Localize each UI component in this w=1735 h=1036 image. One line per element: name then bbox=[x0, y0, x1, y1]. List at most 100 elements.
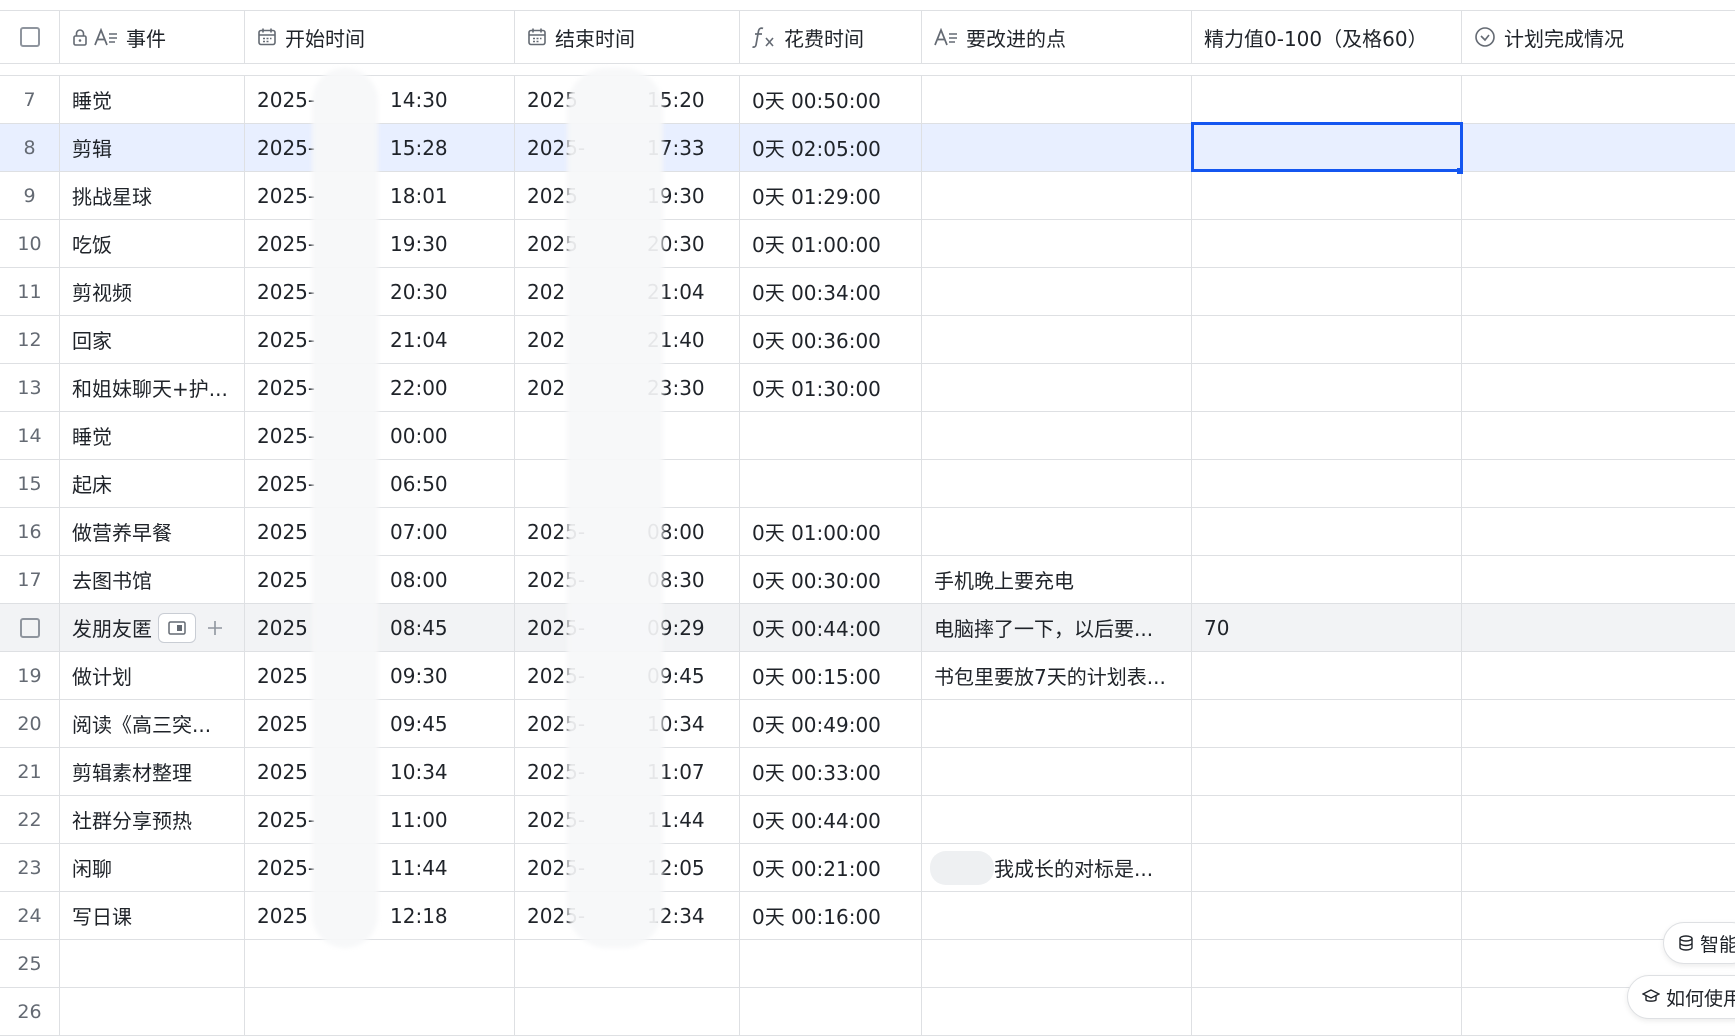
how-to-use-button[interactable]: 如何使用 bbox=[1627, 975, 1735, 1019]
table-row[interactable]: 8 剪辑 2025- 15:28 2025- 17:33 0天 02:05:00 bbox=[0, 124, 1735, 172]
energy-cell[interactable] bbox=[1192, 220, 1462, 267]
row-number-cell[interactable] bbox=[0, 604, 60, 651]
improve-cell[interactable] bbox=[922, 268, 1192, 315]
row-number-cell[interactable]: 11 bbox=[0, 268, 60, 315]
start-time-cell[interactable]: 2025- 00:00 bbox=[245, 412, 515, 459]
improve-cell[interactable] bbox=[922, 172, 1192, 219]
event-cell[interactable]: 去图书馆 bbox=[60, 556, 245, 603]
plan-status-cell[interactable] bbox=[1462, 844, 1735, 891]
improve-cell[interactable] bbox=[922, 316, 1192, 363]
plan-status-cell[interactable] bbox=[1462, 220, 1735, 267]
energy-cell[interactable] bbox=[1192, 412, 1462, 459]
smart-assistant-button[interactable]: 智能 bbox=[1663, 922, 1735, 964]
duration-cell[interactable]: 0天 00:16:00 bbox=[740, 892, 922, 939]
expand-record-button[interactable] bbox=[158, 612, 196, 643]
table-row[interactable]: 15 起床 2025- 06:50 bbox=[0, 460, 1735, 508]
duration-cell[interactable]: 0天 00:44:00 bbox=[740, 796, 922, 843]
active-cell-cursor[interactable] bbox=[1191, 122, 1463, 172]
energy-cell[interactable] bbox=[1192, 76, 1462, 123]
energy-cell[interactable] bbox=[1192, 172, 1462, 219]
energy-cell[interactable] bbox=[1192, 508, 1462, 555]
duration-cell[interactable]: 0天 00:49:00 bbox=[740, 700, 922, 747]
energy-cell[interactable] bbox=[1192, 316, 1462, 363]
row-number-cell[interactable]: 12 bbox=[0, 316, 60, 363]
duration-cell[interactable]: 0天 01:00:00 bbox=[740, 220, 922, 267]
event-cell[interactable]: 阅读《高三突... bbox=[60, 700, 245, 747]
energy-cell[interactable] bbox=[1192, 796, 1462, 843]
plan-status-cell[interactable] bbox=[1462, 508, 1735, 555]
improve-cell[interactable] bbox=[922, 76, 1192, 123]
table-row[interactable]: 26 bbox=[0, 988, 1735, 1036]
plan-status-cell[interactable] bbox=[1462, 652, 1735, 699]
improve-cell[interactable]: 书包里要放7天的计划表... bbox=[922, 652, 1192, 699]
table-row[interactable]: 7 睡觉 2025- 14:30 2025 15:20 0天 00:50:00 bbox=[0, 76, 1735, 124]
row-number-cell[interactable]: 10 bbox=[0, 220, 60, 267]
duration-cell[interactable]: 0天 00:50:00 bbox=[740, 76, 922, 123]
event-cell[interactable]: 和姐妹聊天+护... bbox=[60, 364, 245, 411]
improve-cell[interactable] bbox=[922, 460, 1192, 507]
row-checkbox[interactable] bbox=[19, 617, 40, 638]
table-row[interactable]: 25 bbox=[0, 940, 1735, 988]
start-time-cell[interactable] bbox=[245, 940, 515, 987]
start-time-cell[interactable]: 2025- 14:30 bbox=[245, 76, 515, 123]
start-time-cell[interactable]: 2025 10:34 bbox=[245, 748, 515, 795]
start-time-cell[interactable]: 2025 07:00 bbox=[245, 508, 515, 555]
column-header-event[interactable]: 事件 bbox=[60, 11, 245, 63]
improve-cell[interactable] bbox=[922, 412, 1192, 459]
improve-cell[interactable]: 我成长的对标是... bbox=[922, 844, 1192, 891]
plan-status-cell[interactable] bbox=[1462, 748, 1735, 795]
event-cell[interactable]: 睡觉 bbox=[60, 76, 245, 123]
improve-cell[interactable] bbox=[922, 220, 1192, 267]
event-cell[interactable]: 起床 bbox=[60, 460, 245, 507]
row-number-cell[interactable]: 9 bbox=[0, 172, 60, 219]
column-header-plan[interactable]: 计划完成情况 bbox=[1462, 11, 1735, 63]
column-header-energy[interactable]: 精力值0-100（及格60） bbox=[1192, 11, 1462, 63]
row-number-cell[interactable]: 16 bbox=[0, 508, 60, 555]
select-all-checkbox[interactable] bbox=[19, 27, 40, 47]
row-number-cell[interactable]: 21 bbox=[0, 748, 60, 795]
duration-cell[interactable]: 0天 01:30:00 bbox=[740, 364, 922, 411]
table-row[interactable]: 12 回家 2025- 21:04 202 21:40 0天 00:36:00 bbox=[0, 316, 1735, 364]
table-row[interactable]: 23 闲聊 2025- 11:44 2025- 12:05 0天 00:21:00 我成长的对… bbox=[0, 844, 1735, 892]
start-time-cell[interactable]: 2025- 21:04 bbox=[245, 316, 515, 363]
improve-cell[interactable] bbox=[922, 364, 1192, 411]
energy-cell[interactable] bbox=[1192, 364, 1462, 411]
energy-cell[interactable] bbox=[1192, 268, 1462, 315]
row-number-cell[interactable]: 25 bbox=[0, 940, 60, 987]
event-cell[interactable]: 做营养早餐 bbox=[60, 508, 245, 555]
event-cell[interactable]: 吃饭 bbox=[60, 220, 245, 267]
row-number-cell[interactable]: 15 bbox=[0, 460, 60, 507]
table-row[interactable]: 16 做营养早餐 2025 07:00 2025- 08:00 0天 01:00:00 bbox=[0, 508, 1735, 556]
row-number-cell[interactable]: 13 bbox=[0, 364, 60, 411]
column-header-duration[interactable]: 花费时间 bbox=[740, 11, 922, 63]
plan-status-cell[interactable] bbox=[1462, 316, 1735, 363]
improve-cell[interactable]: 电脑摔了一下，以后要... bbox=[922, 604, 1192, 651]
plan-status-cell[interactable] bbox=[1462, 412, 1735, 459]
duration-cell[interactable]: 0天 01:00:00 bbox=[740, 508, 922, 555]
event-cell[interactable]: 闲聊 bbox=[60, 844, 245, 891]
row-number-cell[interactable]: 22 bbox=[0, 796, 60, 843]
start-time-cell[interactable]: 2025- 20:30 bbox=[245, 268, 515, 315]
duration-cell[interactable]: 0天 00:34:00 bbox=[740, 268, 922, 315]
row-number-cell[interactable]: 8 bbox=[0, 124, 60, 171]
column-header-end[interactable]: 结束时间 bbox=[515, 11, 740, 63]
row-number-cell[interactable]: 19 bbox=[0, 652, 60, 699]
select-all-checkbox-cell[interactable] bbox=[0, 11, 60, 63]
event-cell[interactable]: 挑战星球 bbox=[60, 172, 245, 219]
improve-cell[interactable] bbox=[922, 892, 1192, 939]
energy-cell[interactable] bbox=[1192, 460, 1462, 507]
column-header-improve[interactable]: 要改进的点 bbox=[922, 11, 1192, 63]
row-number-cell[interactable]: 24 bbox=[0, 892, 60, 939]
row-number-cell[interactable]: 20 bbox=[0, 700, 60, 747]
duration-cell[interactable]: 0天 00:30:00 bbox=[740, 556, 922, 603]
start-time-cell[interactable]: 2025 08:00 bbox=[245, 556, 515, 603]
event-cell[interactable] bbox=[60, 988, 245, 1035]
duration-cell[interactable]: 0天 02:05:00 bbox=[740, 124, 922, 171]
event-cell[interactable]: 睡觉 bbox=[60, 412, 245, 459]
table-row[interactable]: 11 剪视频 2025- 20:30 202 21:04 0天 00:34:00 bbox=[0, 268, 1735, 316]
start-time-cell[interactable]: 2025- 15:28 bbox=[245, 124, 515, 171]
energy-cell[interactable] bbox=[1192, 844, 1462, 891]
improve-cell[interactable] bbox=[922, 940, 1192, 987]
start-time-cell[interactable] bbox=[245, 988, 515, 1035]
table-row[interactable]: 发朋友匿 2025 08:45 2025- 09:29 0天 00:44:00 电脑摔了一下… bbox=[0, 604, 1735, 652]
